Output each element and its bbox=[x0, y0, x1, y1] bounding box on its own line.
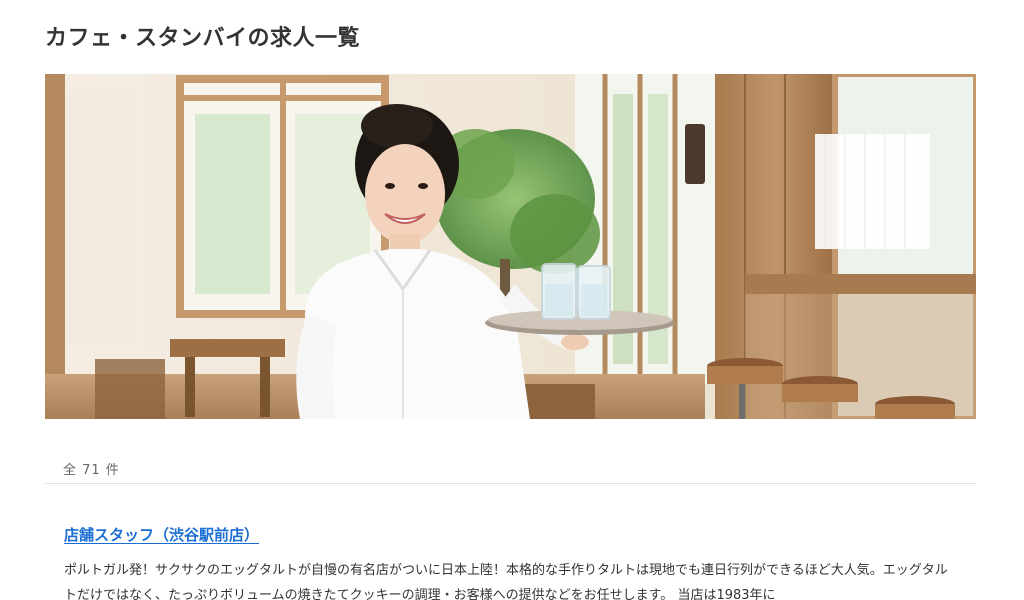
page: カフェ・スタンバイの求人一覧 全 71 件 店舗スタッフ（渋谷駅前店） ポルトガ… bbox=[0, 0, 1024, 600]
hero-photo-illustration bbox=[45, 74, 976, 419]
job-description: ポルトガル発！サクサクのエッグタルトが自慢の有名店がついに日本上陸！本格的な手作… bbox=[64, 563, 948, 600]
results-count-bar: 全 71 件 bbox=[45, 446, 976, 484]
job-title-link[interactable]: 店舗スタッフ（渋谷駅前店） bbox=[64, 524, 259, 545]
page-title: カフェ・スタンバイの求人一覧 bbox=[45, 26, 361, 51]
job-card: 店舗スタッフ（渋谷駅前店） ポルトガル発！サクサクのエッグタルトが自慢の有名店が… bbox=[64, 524, 954, 600]
hero-image bbox=[45, 74, 976, 419]
results-count: 全 71 件 bbox=[63, 463, 120, 478]
